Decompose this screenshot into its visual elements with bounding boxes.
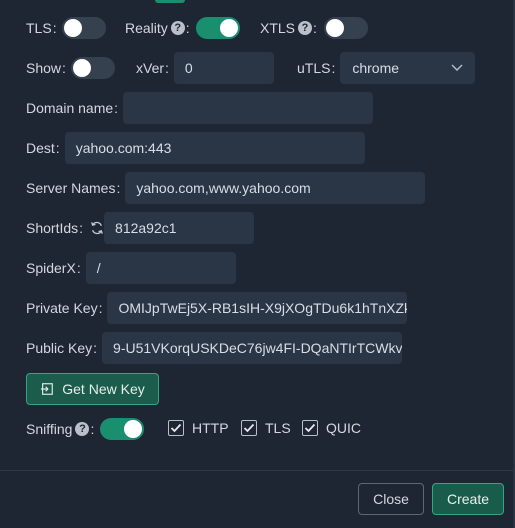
- question-icon[interactable]: ?: [75, 422, 90, 436]
- checkbox-label: HTTP: [192, 420, 229, 436]
- show-label: Show: [26, 60, 62, 76]
- utls-label: uTLS: [297, 60, 331, 76]
- sniffing-option-tls[interactable]: TLS: [241, 420, 291, 436]
- dest-input[interactable]: yahoo.com:443: [64, 132, 365, 164]
- modal-body: TLS: Reality ?: XTLS ?: Show: xVer: 0 uT…: [0, 0, 515, 528]
- checkbox[interactable]: [241, 420, 257, 436]
- sniffing-option-http[interactable]: HTTP: [168, 420, 229, 436]
- xver-label: xVer: [136, 60, 165, 76]
- check-icon: [170, 423, 182, 433]
- reality-toggle[interactable]: [195, 17, 240, 39]
- get-new-key-button[interactable]: Get New Key: [26, 373, 159, 405]
- close-button[interactable]: Close: [358, 483, 424, 515]
- footer-divider: [0, 470, 513, 471]
- checkbox-label: TLS: [265, 420, 291, 436]
- sniffing-option-quic[interactable]: QUIC: [302, 420, 361, 436]
- tls-label: TLS: [26, 20, 52, 36]
- check-icon: [243, 423, 255, 433]
- sniffing-toggle[interactable]: [100, 418, 145, 440]
- checkbox[interactable]: [168, 420, 184, 436]
- domain-row: Domain name:: [26, 92, 374, 124]
- xtls-row: XTLS ?:: [260, 17, 368, 39]
- tab-indicator: [155, 0, 185, 3]
- server-names-input[interactable]: yahoo.com,www.yahoo.com: [125, 172, 426, 204]
- shortids-input[interactable]: 812a92c1: [104, 212, 255, 244]
- login-icon: [41, 383, 54, 395]
- domain-label: Domain name: [26, 100, 114, 116]
- refresh-icon[interactable]: [90, 221, 104, 235]
- utls-row: uTLS: chrome: [297, 52, 476, 84]
- public-key-row: Public Key: 9-U51VKorqUSKDeC76jw4FI-DQaN…: [26, 332, 403, 364]
- checkbox-label: QUIC: [326, 420, 361, 436]
- xver-row: xVer: 0: [136, 52, 274, 84]
- spiderx-row: SpiderX: /: [26, 252, 236, 284]
- spiderx-input[interactable]: /: [85, 252, 236, 284]
- private-key-row: Private Key: OMIJpTwEj5X-RB1sIH-X9jXOgTD…: [26, 292, 408, 324]
- shortids-label: ShortIds: [26, 220, 79, 236]
- private-key-label: Private Key: [26, 300, 98, 316]
- reality-label: Reality: [125, 20, 168, 36]
- sniffing-row: Sniffing ?:: [26, 418, 145, 440]
- show-toggle[interactable]: [70, 57, 115, 79]
- shortids-row: ShortIds: 812a92c1: [26, 212, 255, 244]
- chevron-down-icon: [451, 64, 463, 71]
- server-names-label: Server Names: [26, 180, 116, 196]
- checkbox[interactable]: [302, 420, 318, 436]
- xtls-toggle[interactable]: [323, 17, 368, 39]
- server-names-row: Server Names: yahoo.com,www.yahoo.com: [26, 172, 426, 204]
- question-icon[interactable]: ?: [170, 21, 185, 35]
- public-key-input[interactable]: 9-U51VKorqUSKDeC76jw4FI-DQaNTIrTCWkvI: [102, 332, 403, 364]
- tls-toggle[interactable]: [61, 17, 106, 39]
- xver-input[interactable]: 0: [173, 52, 274, 84]
- domain-input[interactable]: [123, 92, 374, 124]
- show-row: Show:: [26, 57, 115, 79]
- public-key-label: Public Key: [26, 340, 93, 356]
- check-icon: [304, 423, 316, 433]
- utls-select-value: chrome: [352, 60, 400, 76]
- reality-row: Reality ?:: [125, 17, 240, 39]
- tls-row: TLS:: [26, 17, 106, 39]
- dest-row: Dest: yahoo.com:443: [26, 132, 365, 164]
- question-icon[interactable]: ?: [298, 21, 313, 35]
- spiderx-label: SpiderX: [26, 260, 76, 276]
- utls-select[interactable]: chrome: [340, 52, 476, 84]
- get-new-key-label: Get New Key: [62, 381, 145, 397]
- xtls-label: XTLS: [260, 20, 296, 36]
- sniffing-label: Sniffing: [26, 421, 73, 437]
- dest-label: Dest: [26, 140, 55, 156]
- create-button[interactable]: Create: [432, 483, 504, 515]
- private-key-input[interactable]: OMIJpTwEj5X-RB1sIH-X9jXOgTDu6k1hTnXZk: [107, 292, 408, 324]
